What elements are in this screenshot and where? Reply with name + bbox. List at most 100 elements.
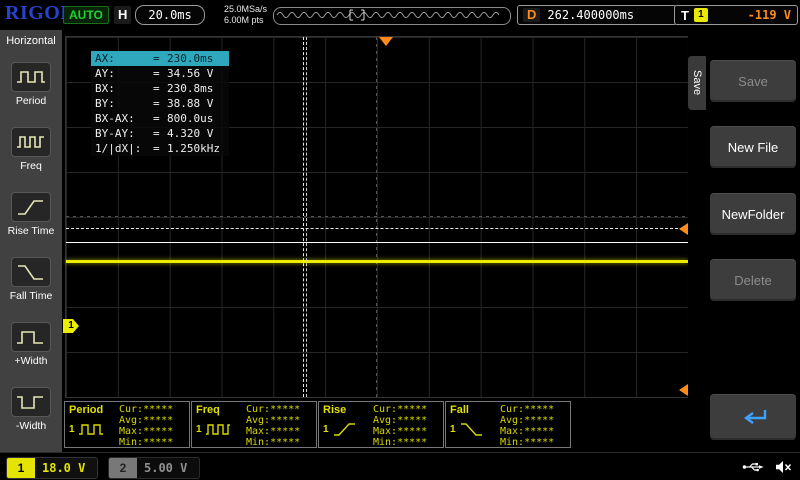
preview-window-bracket [350, 10, 364, 20]
top-status-bar: RIGOL AUTO H 20.0ms 25.0MSa/s 6.00M pts … [0, 0, 800, 30]
graticule-center-horizontal [66, 216, 688, 217]
cursor-value: 38.88 V [167, 96, 225, 111]
cursor-label: BY: [95, 96, 153, 111]
channel1-trace [66, 260, 688, 263]
cursor-row-by: BY: = 38.88 V [91, 96, 229, 111]
cursor-label: BY-AY: [95, 126, 153, 141]
measurement-max: Max:***** [246, 426, 312, 437]
new-file-button[interactable]: New File [710, 126, 796, 168]
sidebar-item-pos-width[interactable]: +Width [0, 312, 62, 377]
cursor-equals: = [153, 96, 167, 111]
measurement-channel: 1 [323, 424, 329, 435]
oscilloscope-screen: RIGOL AUTO H 20.0ms 25.0MSa/s 6.00M pts … [0, 0, 800, 480]
cursor-by-line[interactable] [66, 242, 688, 243]
measurement-max: Max:***** [500, 426, 566, 437]
sidebar-item-label: Freq [20, 160, 42, 172]
plus-width-icon [11, 322, 51, 352]
freq-glyph-icon [205, 421, 231, 437]
horizontal-timebase-group: H 20.0ms [114, 5, 205, 25]
cursor-bx-line[interactable] [306, 37, 307, 397]
waveform-display: 1 AX: = 230.0ms AY: = 34.56 V BX: = 230.… [65, 36, 689, 398]
period-icon [11, 62, 51, 92]
cursor-equals: = [153, 81, 167, 96]
channel1-scale: 18.0 V [42, 461, 85, 475]
fall-glyph-icon [459, 421, 485, 437]
delay-position-marker [679, 384, 688, 396]
measurement-min: Min:***** [119, 437, 185, 448]
cursor-readout-box: AX: = 230.0ms AY: = 34.56 V BX: = 230.8m… [91, 51, 229, 156]
measurement-max: Max:***** [373, 426, 439, 437]
measurement-name: Rise [323, 404, 373, 416]
channel2-status[interactable]: 2 5.00 V [108, 457, 200, 479]
sidebar-item-label: -Width [16, 420, 46, 432]
timebase-value: 20.0ms [135, 5, 204, 25]
sidebar-item-period[interactable]: Period [0, 52, 62, 117]
cursor-label: AX: [95, 51, 153, 66]
cursor-value: 4.320 V [167, 126, 225, 141]
new-folder-button[interactable]: NewFolder [710, 193, 796, 235]
save-soft-menu: Save Save New File NewFolder Delete [688, 30, 800, 452]
measurement-avg: Avg:***** [246, 415, 312, 426]
acquisition-info: 25.0MSa/s 6.00M pts [224, 4, 267, 26]
measurement-avg: Avg:***** [119, 415, 185, 426]
period-glyph-icon [78, 421, 104, 437]
delay-group: D 262.400000ms [517, 5, 677, 25]
sidebar-item-neg-width[interactable]: -Width [0, 377, 62, 442]
cursor-equals: = [153, 141, 167, 156]
cursor-ax-line[interactable] [303, 37, 304, 397]
save-button[interactable]: Save [710, 60, 796, 102]
cursor-label: BX: [95, 81, 153, 96]
sidebar-title: Horizontal [0, 30, 62, 52]
trigger-label: T [681, 8, 689, 23]
channel1-status[interactable]: 1 18.0 V [6, 457, 98, 479]
measurement-name: Period [69, 404, 119, 416]
sidebar-item-rise-time[interactable]: Rise Time [0, 182, 62, 247]
minus-width-icon [11, 387, 51, 417]
graticule-center-vertical [376, 37, 377, 397]
trigger-position-marker[interactable] [379, 37, 393, 46]
menu-tab-save: Save [688, 56, 706, 110]
cursor-equals: = [153, 126, 167, 141]
speaker-muted-icon [775, 460, 792, 474]
cursor-row-bx-ax: BX-AX: = 800.0us [91, 111, 229, 126]
measurement-cur: Cur:***** [500, 404, 566, 415]
horizontal-measure-sidebar: Horizontal Period Freq Rise Time Fall Ti… [0, 30, 62, 452]
trigger-level-marker[interactable] [679, 223, 688, 235]
sidebar-item-label: Fall Time [10, 290, 53, 302]
delay-label: D [523, 8, 540, 22]
channel1-ground-marker[interactable]: 1 [63, 319, 79, 333]
trigger-level-value: -119 V [713, 8, 791, 22]
delete-button[interactable]: Delete [710, 259, 796, 301]
measurement-avg: Avg:***** [500, 415, 566, 426]
cursor-equals: = [153, 51, 167, 66]
channel2-scale: 5.00 V [144, 461, 187, 475]
cursor-value: 230.8ms [167, 81, 225, 96]
measurement-channel: 1 [450, 424, 456, 435]
freq-icon [11, 127, 51, 157]
trigger-source-badge: 1 [694, 8, 708, 22]
cursor-row-ax: AX: = 230.0ms [91, 51, 229, 66]
cursor-row-bx: BX: = 230.8ms [91, 81, 229, 96]
sidebar-item-label: Period [16, 95, 46, 107]
run-status-badge: AUTO [63, 6, 109, 24]
back-button[interactable] [710, 394, 796, 440]
measurement-box-rise: Rise 1 Cur:***** Avg:***** Max:***** Min… [318, 401, 444, 448]
cursor-label: AY: [95, 66, 153, 81]
sidebar-item-fall-time[interactable]: Fall Time [0, 247, 62, 312]
trigger-group: T 1 -119 V [674, 5, 798, 25]
cursor-value: 1.250kHz [167, 141, 225, 156]
sidebar-item-freq[interactable]: Freq [0, 117, 62, 182]
cursor-ay-line[interactable] [66, 228, 688, 229]
measurement-min: Min:***** [246, 437, 312, 448]
measurement-strip: Period 1 Cur:***** Avg:***** Max:***** M… [64, 401, 572, 448]
usb-icon [742, 461, 764, 473]
measurement-box-fall: Fall 1 Cur:***** Avg:***** Max:***** Min… [445, 401, 571, 448]
cursor-equals: = [153, 111, 167, 126]
measurement-cur: Cur:***** [373, 404, 439, 415]
rise-time-icon [11, 192, 51, 222]
cursor-row-inv-dx: 1/|dX|: = 1.250kHz [91, 141, 229, 156]
cursor-value: 34.56 V [167, 66, 225, 81]
measurement-min: Min:***** [500, 437, 566, 448]
waveform-preview[interactable] [273, 7, 511, 25]
sample-rate: 25.0MSa/s [224, 4, 267, 15]
